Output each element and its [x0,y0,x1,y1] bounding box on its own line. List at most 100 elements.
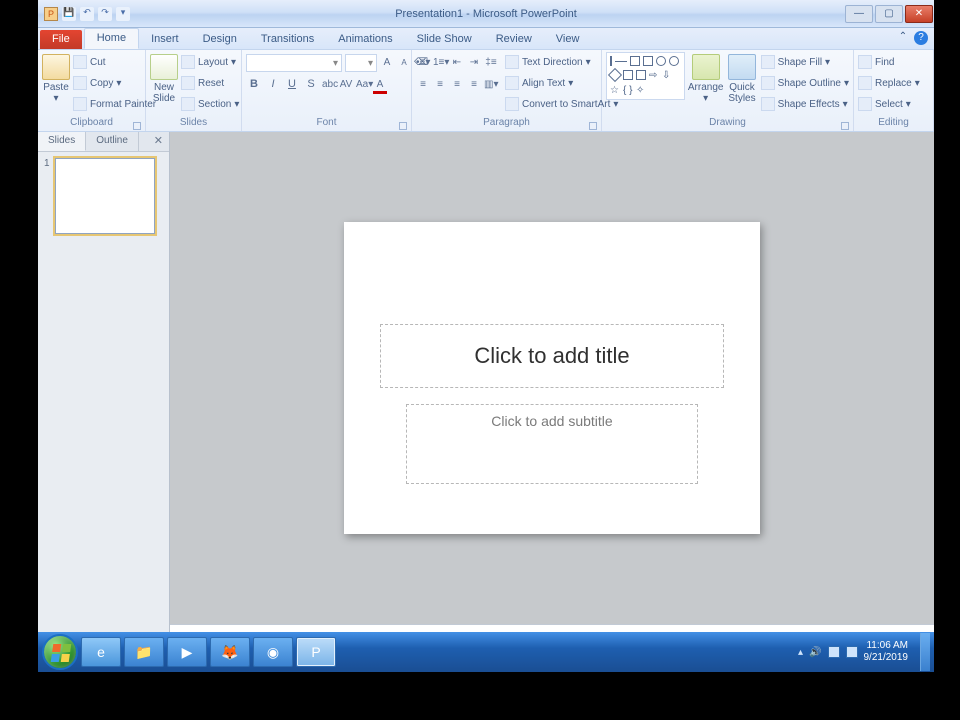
quick-styles-button[interactable]: Quick Styles [726,52,757,104]
spacing-button[interactable]: AV [339,76,353,94]
reset-button[interactable]: Reset [181,73,239,93]
font-size-select[interactable]: ▾ [345,54,377,72]
tray-network-icon[interactable] [828,646,840,658]
show-desktop-button[interactable] [920,633,930,671]
powerpoint-window: P 💾 ↶ ↷ ▾ Presentation1 - Microsoft Powe… [38,0,934,672]
slide-canvas[interactable]: Click to add title Click to add subtitle [170,132,934,624]
close-button[interactable]: ✕ [905,5,933,23]
group-clipboard: Paste▾ Cut Copy ▾ Format Painter Clipboa… [38,50,146,131]
underline-button[interactable]: U [284,76,300,94]
subtitle-placeholder[interactable]: Click to add subtitle [406,404,698,484]
section-button[interactable]: Section ▾ [181,94,239,114]
find-button[interactable]: Find [858,52,920,72]
tab-insert[interactable]: Insert [139,30,191,49]
taskbar-firefox-icon[interactable]: 🦊 [210,637,250,667]
ribbon-minimize-icon[interactable]: ⌃ [896,31,910,45]
title-placeholder[interactable]: Click to add title [380,324,724,388]
window-title: Presentation1 - Microsoft PowerPoint [38,8,934,20]
qat-redo-icon[interactable]: ↷ [98,7,112,21]
select-icon [858,97,872,111]
decrease-indent-button[interactable]: ⇤ [450,54,464,72]
qat-save-icon[interactable]: 💾 [62,7,76,21]
tray-overflow-icon[interactable]: ▴ [798,647,803,658]
increase-indent-button[interactable]: ⇥ [467,54,481,72]
align-right-button[interactable]: ≡ [450,76,464,94]
tab-animations[interactable]: Animations [326,30,404,49]
align-text-icon [505,76,519,90]
taskbar-powerpoint-icon[interactable]: P [296,637,336,667]
shape-outline-button[interactable]: Shape Outline ▾ [761,73,849,93]
tray-flag-icon[interactable] [846,646,858,658]
shape-effects-button[interactable]: Shape Effects ▾ [761,94,849,114]
tab-file[interactable]: File [40,30,82,49]
shrink-font-button[interactable]: A [397,54,411,72]
drawing-dialog-icon[interactable] [841,122,849,130]
paragraph-dialog-icon[interactable] [589,122,597,130]
start-button[interactable] [42,634,78,670]
tray-volume-icon[interactable]: 🔊 [809,647,821,658]
tab-view[interactable]: View [544,30,592,49]
change-case-button[interactable]: Aa▾ [356,76,370,94]
tab-home[interactable]: Home [84,28,139,49]
tray-clock[interactable]: 11:06 AM 9/21/2019 [864,640,909,664]
workspace: Slides Outline ✕ 1 Click to add title Cl… [38,132,934,654]
arrange-icon [692,54,720,80]
help-icon[interactable]: ? [914,31,928,45]
line-spacing-button[interactable]: ‡≡ [484,54,498,72]
side-tab-slides[interactable]: Slides [38,132,86,151]
copy-button[interactable]: Copy ▾ [73,73,156,93]
side-close-icon[interactable]: ✕ [148,132,169,151]
bold-button[interactable]: B [246,76,262,94]
layout-button[interactable]: Layout ▾ [181,52,239,72]
numbering-button[interactable]: 1≡▾ [433,54,447,72]
shapes-gallery[interactable]: ⇨ ⇩ ☆ { } ✧ [606,52,685,100]
title-bar: P 💾 ↶ ↷ ▾ Presentation1 - Microsoft Powe… [38,0,934,28]
ribbon-tabstrip: File Home Insert Design Transitions Anim… [38,28,934,50]
font-dialog-icon[interactable] [399,122,407,130]
tab-slideshow[interactable]: Slide Show [405,30,484,49]
font-family-select[interactable]: ▾ [246,54,342,72]
shape-outline-icon [761,76,775,90]
tab-design[interactable]: Design [191,30,249,49]
group-slides: New Slide Layout ▾ Reset Section ▾ Slide… [146,50,242,131]
new-slide-button[interactable]: New Slide [150,52,178,104]
tab-review[interactable]: Review [484,30,544,49]
shape-fill-button[interactable]: Shape Fill ▾ [761,52,849,72]
replace-button[interactable]: Replace ▾ [858,73,920,93]
clipboard-dialog-icon[interactable] [133,122,141,130]
taskbar: e 📁 ▶ 🦊 ◉ P ▴ 🔊 11:06 AM 9/21/2019 [38,632,934,672]
align-left-button[interactable]: ≡ [416,76,430,94]
replace-icon [858,76,872,90]
paste-button[interactable]: Paste▾ [42,52,70,104]
slide-thumbnail-1[interactable]: 1 [44,158,163,234]
side-tab-outline[interactable]: Outline [86,132,139,151]
minimize-button[interactable]: — [845,5,873,23]
font-color-button[interactable]: A [373,76,387,94]
format-painter-button[interactable]: Format Painter [73,94,156,114]
layout-icon [181,55,195,69]
ribbon: Paste▾ Cut Copy ▾ Format Painter Clipboa… [38,50,934,132]
maximize-button[interactable]: ▢ [875,5,903,23]
shadow-button[interactable]: abc [322,76,336,94]
qat-undo-icon[interactable]: ↶ [80,7,94,21]
subtitle-placeholder-text: Click to add subtitle [491,413,612,429]
justify-button[interactable]: ≡ [467,76,481,94]
reset-icon [181,76,195,90]
arrange-button[interactable]: Arrange▾ [688,52,724,104]
select-button[interactable]: Select ▾ [858,94,920,114]
grow-font-button[interactable]: A [380,54,394,72]
format-painter-icon [73,97,87,111]
thumb-number: 1 [44,158,52,234]
taskbar-chrome-icon[interactable]: ◉ [253,637,293,667]
align-center-button[interactable]: ≡ [433,76,447,94]
italic-button[interactable]: I [265,76,281,94]
tab-transitions[interactable]: Transitions [249,30,326,49]
columns-button[interactable]: ▥▾ [484,76,498,94]
cut-button[interactable]: Cut [73,52,156,72]
taskbar-explorer-icon[interactable]: 📁 [124,637,164,667]
bullets-button[interactable]: •≡▾ [416,54,430,72]
taskbar-ie-icon[interactable]: e [81,637,121,667]
taskbar-media-icon[interactable]: ▶ [167,637,207,667]
qat-customize-icon[interactable]: ▾ [116,7,130,21]
strike-button[interactable]: S [303,76,319,94]
